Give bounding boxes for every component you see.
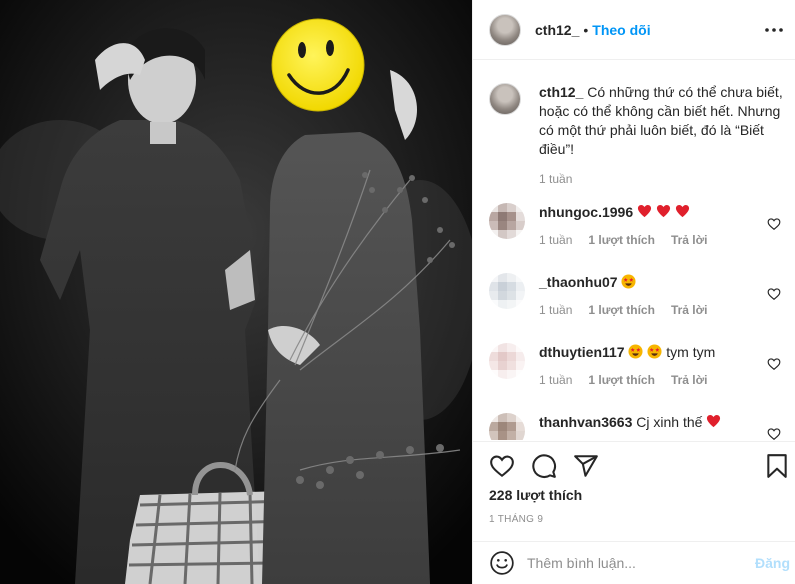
comment-meta: 1 tuần 1 lượt thích Trả lời — [539, 373, 707, 387]
bookmark-icon[interactable] — [764, 453, 790, 479]
comment-icon[interactable] — [531, 453, 557, 479]
comment-username[interactable]: _thaonhu07 — [539, 274, 618, 290]
comment-avatar[interactable] — [489, 343, 525, 379]
comment-text: Cj xinh thế — [636, 414, 703, 430]
post-comment-button[interactable]: Đăng — [755, 555, 790, 571]
caption-username[interactable]: cth12_ — [539, 84, 583, 100]
comment-time[interactable]: 1 tuần — [539, 233, 572, 247]
comment-meta: 1 tuần 1 lượt thích Trả lời — [539, 233, 707, 247]
comment-text: tym tym — [666, 344, 716, 360]
post-header: cth12_ • Theo dõi — [473, 0, 795, 60]
comment-item: nhungoc.1996 1 tuần 1 lượt thích Trả lời — [489, 203, 789, 263]
comment-username[interactable]: thanhvan3663 — [539, 414, 632, 430]
comments-list[interactable]: cth12_ Có những thứ có thể chưa biết, ho… — [473, 61, 795, 440]
caption-text: cth12_ Có những thứ có thể chưa biết, ho… — [539, 83, 787, 159]
comment-item: _thaonhu07 1 tuần 1 lượt thích Trả lời — [489, 273, 789, 333]
comment-body: nhungoc.1996 — [539, 203, 759, 221]
add-comment-bar: Đăng — [473, 541, 795, 584]
comment-likes[interactable]: 1 lượt thích — [588, 233, 655, 247]
reply-button[interactable]: Trả lời — [671, 373, 708, 387]
comment-time[interactable]: 1 tuần — [539, 303, 572, 317]
separator-dot: • — [583, 21, 589, 38]
smile-icon[interactable] — [489, 550, 515, 576]
star-struck-icon — [647, 344, 662, 359]
heart-icon[interactable] — [767, 217, 781, 231]
red-heart-icon — [707, 414, 721, 428]
comment-body: _thaonhu07 — [539, 273, 759, 291]
comment-avatar[interactable] — [489, 413, 525, 440]
comment-body: thanhvan3663 Cj xinh thế — [539, 413, 759, 431]
comment-body: dthuytien117 tym tym — [539, 343, 759, 361]
share-icon[interactable] — [573, 453, 599, 479]
red-heart-icon — [656, 204, 670, 218]
comment-avatar[interactable] — [489, 203, 525, 239]
photo-image — [0, 0, 472, 584]
heart-icon[interactable] — [767, 427, 781, 440]
post-dialog: cth12_ • Theo dõi cth12_ Có những thứ có… — [0, 0, 795, 584]
likes-count[interactable]: 228 lượt thích — [489, 487, 582, 503]
red-heart-icon — [675, 204, 689, 218]
comment-time[interactable]: 1 tuần — [539, 373, 572, 387]
star-struck-icon — [621, 274, 636, 289]
comment-username[interactable]: dthuytien117 — [539, 344, 625, 360]
caption-time[interactable]: 1 tuần — [539, 172, 572, 186]
comment-avatar[interactable] — [489, 273, 525, 309]
more-icon[interactable] — [760, 16, 788, 44]
comment-likes[interactable]: 1 lượt thích — [588, 373, 655, 387]
comment-meta: 1 tuần 1 lượt thích Trả lời — [539, 303, 707, 317]
post-side-panel: cth12_ • Theo dõi cth12_ Có những thứ có… — [472, 0, 795, 584]
heart-icon[interactable] — [767, 357, 781, 371]
heart-icon[interactable] — [767, 287, 781, 301]
red-heart-icon — [637, 204, 652, 218]
comment-item: dthuytien117 tym tym 1 tuần 1 lượt thích… — [489, 343, 789, 403]
star-struck-icon — [628, 344, 644, 359]
follow-button[interactable]: Theo dõi — [592, 22, 650, 38]
comment-item: thanhvan3663 Cj xinh thế — [489, 413, 789, 440]
comment-username[interactable]: nhungoc.1996 — [539, 204, 633, 220]
reply-button[interactable]: Trả lời — [671, 303, 708, 317]
comment-likes[interactable]: 1 lượt thích — [588, 303, 655, 317]
avatar[interactable] — [489, 13, 521, 46]
heart-icon[interactable] — [489, 453, 515, 479]
caption-avatar[interactable] — [489, 83, 521, 115]
post-date[interactable]: 1 THÁNG 9 — [489, 514, 543, 525]
reply-button[interactable]: Trả lời — [671, 233, 708, 247]
smiley-sticker — [271, 18, 365, 112]
post-photo[interactable] — [0, 0, 472, 584]
post-username[interactable]: cth12_ — [535, 22, 579, 38]
comment-input[interactable] — [527, 555, 747, 571]
post-actions: 228 lượt thích 1 THÁNG 9 — [473, 441, 795, 541]
action-buttons — [489, 453, 599, 479]
